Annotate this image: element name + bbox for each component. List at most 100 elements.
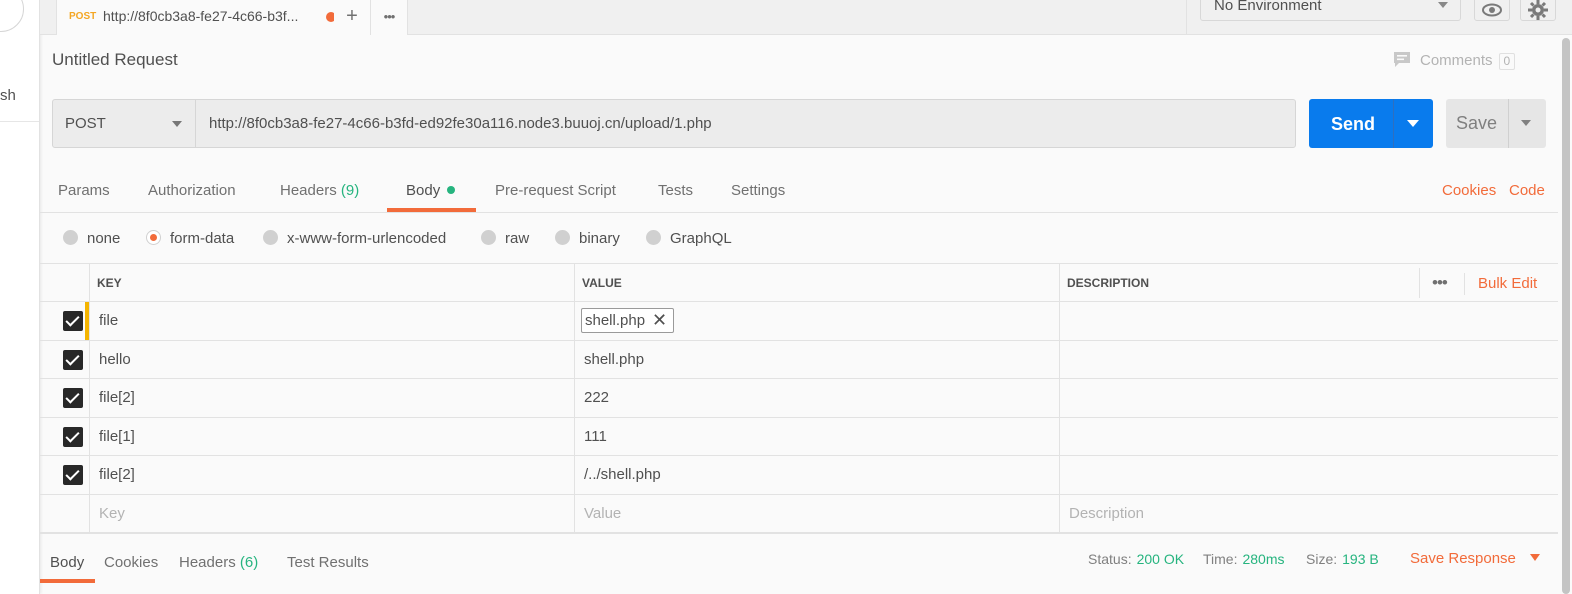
radio-selected-icon (146, 230, 161, 245)
new-value-input[interactable]: Value (574, 494, 1059, 532)
response-time: Time: 280ms (1203, 551, 1285, 567)
radio-form-data[interactable]: form-data (146, 230, 234, 247)
tab-prerequest-script[interactable]: Pre-request Script (495, 182, 616, 199)
environment-select[interactable]: No Environment (1200, 0, 1461, 21)
method-select[interactable]: POST (53, 100, 196, 147)
code-link[interactable]: Code (1509, 182, 1545, 199)
tab-headers[interactable]: Headers (9) (280, 182, 359, 199)
row-description-cell[interactable] (1059, 456, 1558, 494)
file-chip: shell.php ✕ (581, 308, 675, 333)
save-button[interactable]: Save (1446, 99, 1546, 148)
response-tab-headers[interactable]: Headers (6) (179, 554, 258, 571)
header-description: DESCRIPTION (1067, 276, 1150, 290)
radio-raw[interactable]: raw (481, 230, 529, 247)
size-label: Size: (1306, 551, 1338, 567)
vertical-scrollbar[interactable] (1562, 38, 1570, 594)
row-key-cell[interactable]: file[2] (89, 379, 574, 417)
save-divider (1508, 99, 1509, 148)
save-options-chevron-icon[interactable] (1521, 120, 1531, 126)
row-description-cell[interactable] (1059, 417, 1558, 455)
request-name[interactable]: Untitled Request (52, 50, 178, 70)
new-description-input[interactable]: Description (1059, 494, 1558, 532)
cookies-link[interactable]: Cookies (1442, 182, 1496, 199)
row-value-cell[interactable]: shell.php (574, 340, 1059, 378)
row-key-cell[interactable]: file[1] (89, 417, 574, 455)
tab-headers-count: (9) (340, 182, 360, 199)
row-description-cell[interactable] (1059, 340, 1558, 378)
row-key: file[1] (99, 427, 135, 445)
request-tabs: Params Authorization Headers (9) Body Pr… (40, 163, 1558, 213)
send-button[interactable]: Send (1309, 99, 1433, 148)
save-response-button[interactable]: Save Response (1410, 550, 1540, 567)
bulk-edit-link[interactable]: Bulk Edit (1478, 275, 1537, 292)
table-row: hello shell.php (40, 340, 1558, 379)
url-bar: POST http://8f0cb3a8-fe27-4c66-b3fd-ed92… (52, 99, 1296, 148)
response-tab-body[interactable]: Body (50, 554, 84, 571)
tab-params[interactable]: Params (58, 182, 110, 199)
tab-authorization[interactable]: Authorization (148, 182, 236, 199)
row-description-cell[interactable] (1059, 302, 1558, 340)
row-description-cell[interactable] (1059, 379, 1558, 417)
row-value-cell[interactable]: shell.php ✕ (574, 302, 1059, 340)
row-value-cell[interactable]: 111 (574, 417, 1059, 455)
row-checkbox[interactable] (63, 465, 83, 485)
row-checkbox[interactable] (63, 349, 83, 370)
row-checkbox[interactable] (63, 388, 83, 408)
row-checkbox[interactable] (63, 426, 83, 447)
sidebar-text-fragment: sh (0, 87, 16, 104)
value-placeholder: Value (584, 504, 622, 522)
comment-icon (1394, 52, 1410, 67)
table-row: file[2] /../shell.php (40, 456, 1558, 495)
description-placeholder: Description (1069, 504, 1145, 522)
comments-button[interactable]: Comments 0 (1392, 50, 1516, 70)
tab-title: http://8f0cb3a8-fe27-4c66-b3f... (103, 8, 299, 24)
radio-circle-icon (263, 230, 278, 245)
send-options-chevron-icon[interactable] (1407, 120, 1419, 127)
row-check-cell (40, 341, 89, 379)
body-type-radio-group: none form-data x-www-form-urlencoded raw… (40, 214, 1558, 264)
environment-quick-look-button[interactable] (1474, 0, 1510, 21)
row-value-cell[interactable]: /../shell.php (574, 456, 1059, 494)
table-row: file shell.php ✕ (40, 302, 1558, 341)
sidebar: sh (0, 0, 40, 594)
send-divider (1393, 99, 1394, 148)
chevron-down-icon (1529, 554, 1540, 561)
tab-body[interactable]: Body (406, 182, 456, 199)
close-icon[interactable]: ✕ (652, 309, 667, 332)
response-active-underline (40, 579, 95, 583)
row-checkbox[interactable] (63, 311, 83, 331)
row-key-cell[interactable]: file (89, 302, 574, 340)
radio-raw-label: raw (505, 230, 530, 247)
new-key-input[interactable]: Key (89, 494, 574, 532)
table-header-row: KEY VALUE DESCRIPTION ••• Bulk Edit (40, 264, 1558, 302)
method-value: POST (65, 115, 106, 132)
row-key: hello (99, 350, 131, 368)
header-key-cell: KEY (89, 264, 574, 301)
radio-x-www-form-urlencoded[interactable]: x-www-form-urlencoded (263, 230, 446, 247)
radio-graphql[interactable]: GraphQL (646, 230, 732, 247)
url-input[interactable]: http://8f0cb3a8-fe27-4c66-b3fd-ed92fe30a… (209, 115, 712, 132)
row-value: shell.php (584, 350, 645, 368)
tab-tests[interactable]: Tests (658, 182, 693, 199)
response-tab-test-results[interactable]: Test Results (287, 554, 369, 571)
time-label: Time: (1203, 551, 1238, 567)
radio-none[interactable]: none (63, 230, 120, 247)
tab-settings[interactable]: Settings (731, 182, 785, 199)
request-tab[interactable]: POST http://8f0cb3a8-fe27-4c66-b3f... (56, 0, 370, 35)
add-tab-button[interactable]: + (334, 0, 371, 35)
row-key-cell[interactable]: hello (89, 340, 574, 378)
row-key-cell[interactable]: file[2] (89, 456, 574, 494)
tab-body-label: Body (406, 182, 441, 199)
radio-binary[interactable]: binary (555, 230, 620, 247)
table-row: file[1] 111 (40, 417, 1558, 456)
response-tab-cookies[interactable]: Cookies (104, 554, 158, 571)
chevron-down-icon (1438, 2, 1448, 8)
tab-options-button[interactable]: ••• (371, 0, 408, 35)
tab-method: POST (69, 11, 97, 22)
settings-button[interactable] (1520, 0, 1556, 21)
body-indicator-dot-icon (447, 186, 456, 194)
more-horizontal-icon[interactable]: ••• (1432, 273, 1448, 293)
sidebar-circle-button[interactable] (0, 0, 24, 32)
eye-icon (1482, 3, 1502, 17)
row-value-cell[interactable]: 222 (574, 379, 1059, 417)
